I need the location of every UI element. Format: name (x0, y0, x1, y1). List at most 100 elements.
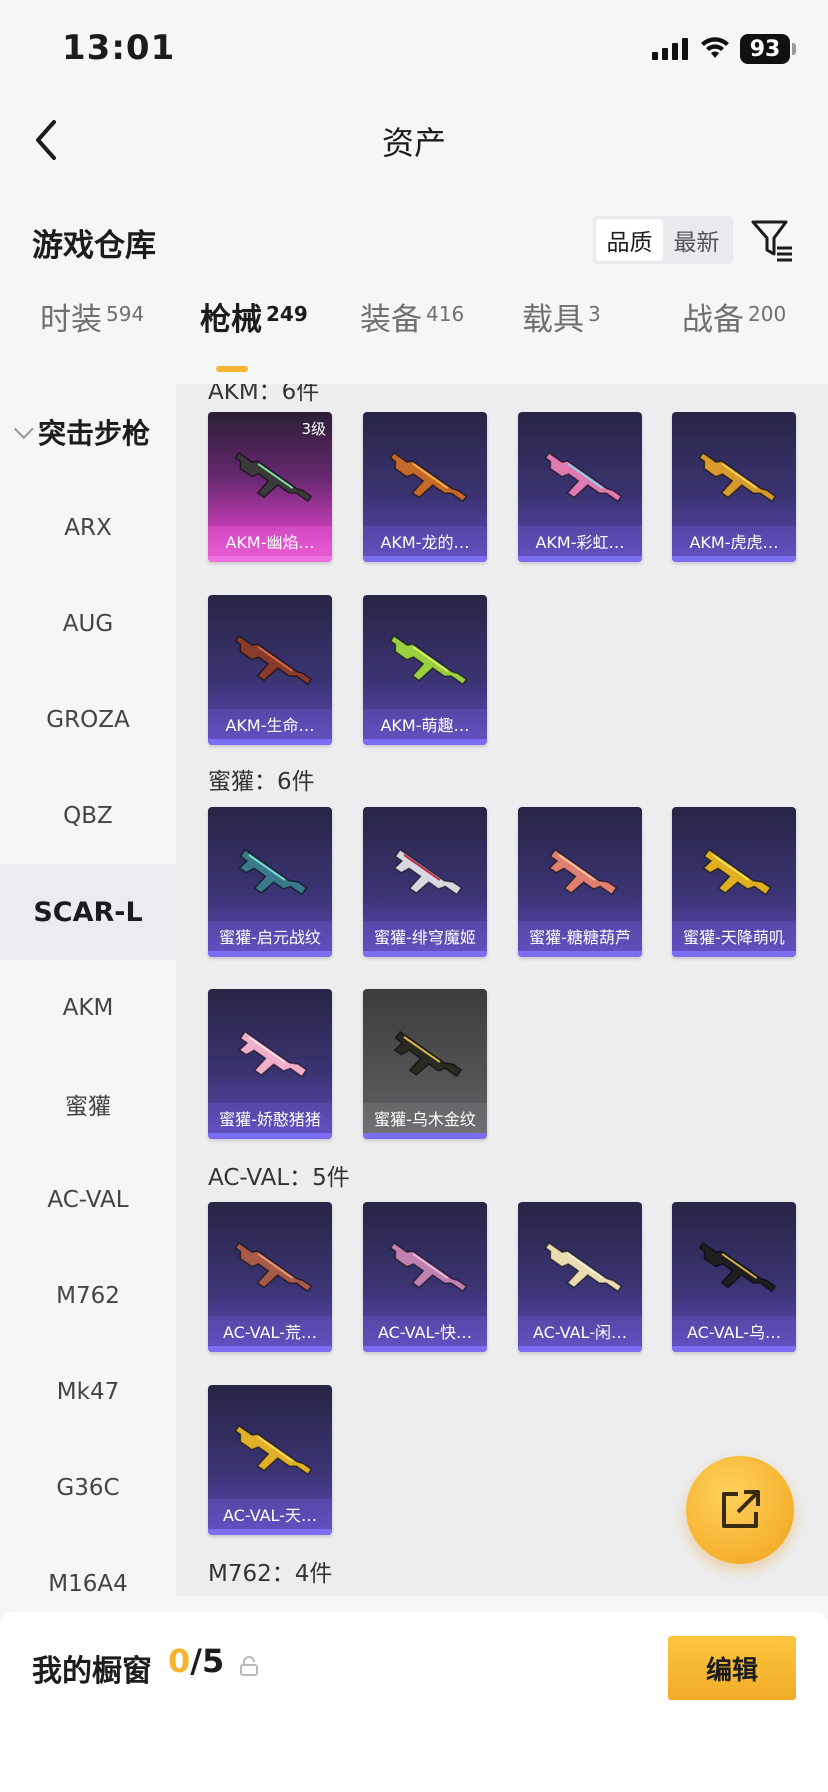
tab-count: 200 (748, 302, 787, 326)
sidebar-item-qbz[interactable]: QBZ (0, 768, 176, 864)
rarity-bar (363, 951, 487, 957)
tab-fashion[interactable]: 时装 594 (40, 300, 144, 382)
card-name: AKM-萌趣… (363, 709, 487, 739)
tab-vehicles[interactable]: 载具 3 (522, 300, 601, 382)
group-label-akm: AKM：6件 (208, 384, 320, 405)
rarity-bar (208, 739, 332, 745)
rifle-icon (389, 634, 468, 686)
weapon-card[interactable]: 3级 AKM-幽焰… (208, 412, 332, 562)
sidebar-item-g36c[interactable]: G36C (0, 1440, 176, 1536)
sidebar-item-groza[interactable]: GROZA (0, 672, 176, 768)
weapon-card[interactable]: 蜜獾-启元战纹 (208, 807, 332, 957)
rifle-icon (234, 1424, 313, 1476)
rifle-icon (698, 451, 777, 503)
rifle-icon (544, 451, 623, 503)
rarity-bar (208, 1133, 332, 1139)
rarity-bar (672, 1346, 796, 1352)
sidebar-item-akm[interactable]: AKM (0, 960, 176, 1056)
showcase-max: /5 (190, 1642, 225, 1680)
sort-newest-button[interactable]: 最新 (663, 219, 730, 261)
share-icon (722, 1490, 760, 1528)
tab-equipment[interactable]: 装备 416 (360, 300, 464, 382)
share-button[interactable] (686, 1456, 794, 1564)
sidebar-item-m16a4[interactable]: M16A4 (0, 1536, 176, 1596)
card-name: 蜜獾-娇憨猪猪 (208, 1103, 332, 1133)
sidebar-item-arx[interactable]: ARX (0, 480, 176, 576)
weapon-card[interactable]: AKM-彩虹… (518, 412, 642, 562)
smg-icon (548, 848, 618, 896)
active-tab-indicator (216, 366, 248, 372)
tab-label: 枪械 (200, 302, 262, 338)
group-label-ac-val: AC-VAL：5件 (208, 1165, 350, 1191)
battery-icon: 93 (740, 34, 790, 64)
rarity-bar (518, 1346, 642, 1352)
edit-button[interactable]: 编辑 (668, 1636, 796, 1700)
sort-toggle: 品质 最新 (593, 216, 733, 264)
rarity-bar (208, 1529, 332, 1535)
nav-bar: 资产 (0, 100, 828, 180)
showcase-current: 0 (168, 1642, 191, 1680)
smg-icon (702, 848, 772, 896)
card-name: AKM-幽焰… (208, 526, 332, 556)
sidebar-item-m762[interactable]: M762 (0, 1248, 176, 1344)
card-name: 蜜獾-乌木金纹 (363, 1103, 487, 1133)
weapon-card[interactable]: 蜜獾-绯穹魔姬 (363, 807, 487, 957)
weapon-card[interactable]: 蜜獾-娇憨猪猪 (208, 989, 332, 1139)
category-tabs: 时装 594 枪械 249 装备 416 载具 3 战备 200 (0, 300, 828, 382)
card-name: AKM-彩虹… (518, 526, 642, 556)
weapon-card[interactable]: AKM-萌趣… (363, 595, 487, 745)
rifle-icon (234, 451, 313, 503)
weapon-grid: AKM：6件 3级 AKM-幽焰… AKM-龙的… AKM-彩虹… AKM-虎虎… (176, 384, 828, 1596)
weapon-card[interactable]: AC-VAL-乌… (672, 1202, 796, 1352)
rarity-bar (518, 556, 642, 562)
sidebar-item-mk47[interactable]: Mk47 (0, 1344, 176, 1440)
rarity-bar (672, 556, 796, 562)
smg-icon (393, 848, 463, 896)
tab-firearms[interactable]: 枪械 249 (200, 300, 308, 382)
card-name: AC-VAL-乌… (672, 1316, 796, 1346)
sort-quality-button[interactable]: 品质 (596, 219, 663, 261)
showcase-label: 我的橱窗 (32, 1654, 152, 1689)
rifle-icon (234, 1241, 313, 1293)
rarity-bar (363, 1346, 487, 1352)
status-bar: 13:01 93 (0, 0, 828, 100)
weapon-card[interactable]: 蜜獾-糖糖葫芦 (518, 807, 642, 957)
weapon-card[interactable]: AKM-生命… (208, 595, 332, 745)
sidebar-item-aug[interactable]: AUG (0, 576, 176, 672)
tab-count: 249 (266, 302, 308, 326)
sidebar-item-ac-val[interactable]: AC-VAL (0, 1152, 176, 1248)
card-name: 蜜獾-绯穹魔姬 (363, 921, 487, 951)
weapon-card[interactable]: 蜜獾-天降萌叽 (672, 807, 796, 957)
weapon-card[interactable]: 蜜獾-乌木金纹 (363, 989, 487, 1139)
weapon-card[interactable]: AC-VAL-荒… (208, 1202, 332, 1352)
sidebar-item-honey-badger[interactable]: 蜜獾 (0, 1056, 176, 1152)
weapon-card[interactable]: AKM-龙的… (363, 412, 487, 562)
card-name: AC-VAL-快… (363, 1316, 487, 1346)
card-name: AC-VAL-天… (208, 1499, 332, 1529)
sidebar-group-assault-rifles[interactable]: 突击步枪 (0, 384, 176, 480)
weapon-card[interactable]: AC-VAL-闲… (518, 1202, 642, 1352)
card-name: AKM-龙的… (363, 526, 487, 556)
card-name: AKM-虎虎… (672, 526, 796, 556)
rarity-bar (208, 556, 332, 562)
cellular-signal-icon (652, 38, 688, 60)
sidebar-item-scar-l[interactable]: SCAR-L (0, 864, 176, 960)
rifle-icon (544, 1241, 623, 1293)
rarity-bar (208, 1346, 332, 1352)
rarity-bar (672, 951, 796, 957)
rarity-bar (518, 951, 642, 957)
weapon-card[interactable]: AKM-虎虎… (672, 412, 796, 562)
weapon-card[interactable]: AC-VAL-天… (208, 1385, 332, 1535)
showcase-count: 0/5 (168, 1642, 224, 1680)
weapon-card[interactable]: AC-VAL-快… (363, 1202, 487, 1352)
tab-count: 416 (426, 302, 465, 326)
showcase-bar: 我的橱窗 0/5 编辑 (0, 1612, 828, 1792)
filter-icon[interactable] (750, 218, 794, 262)
card-name: AC-VAL-荒… (208, 1316, 332, 1346)
group-label-honey-badger: 蜜獾：6件 (208, 769, 315, 795)
lock-icon (240, 1656, 258, 1676)
tab-label: 战备 (682, 302, 744, 338)
tab-supplies[interactable]: 战备 200 (682, 300, 786, 382)
rifle-icon (698, 1241, 777, 1293)
rarity-bar (363, 1133, 487, 1139)
